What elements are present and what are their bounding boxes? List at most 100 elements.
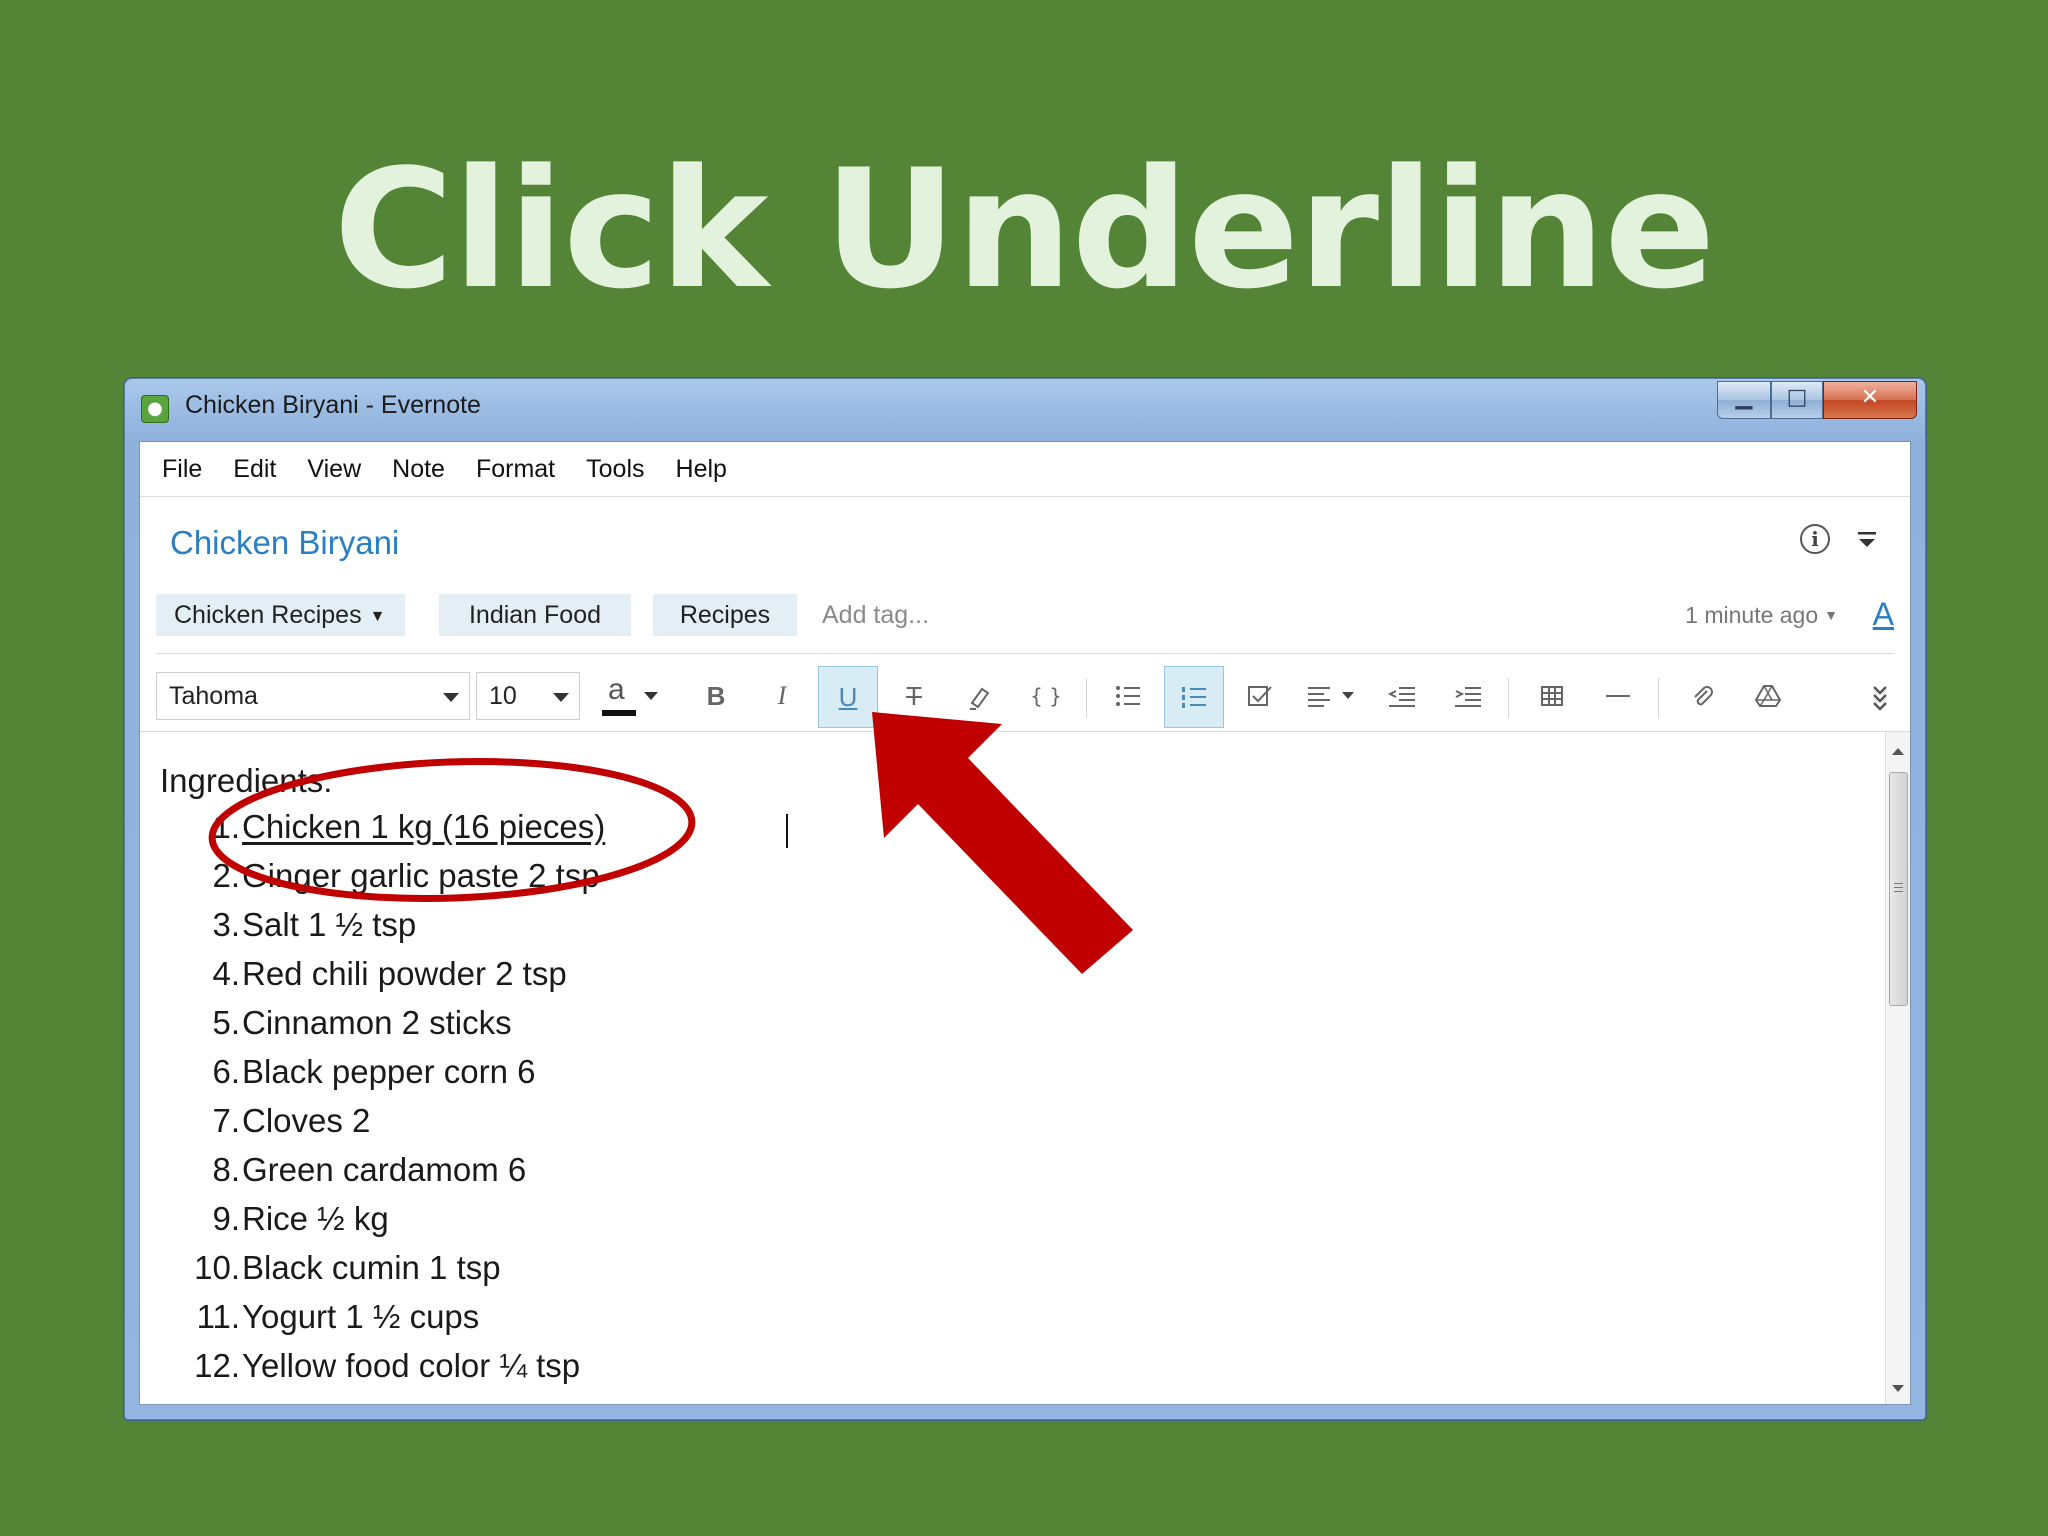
chevron-down-icon	[553, 693, 569, 702]
slide-title: Click Underline	[333, 134, 1715, 325]
list-item[interactable]: 6. Black pepper corn 6	[140, 1053, 1840, 1101]
notebook-name: Chicken Recipes	[174, 601, 362, 629]
list-item[interactable]: 9. Rice ½ kg	[140, 1200, 1840, 1248]
menu-help[interactable]: Help	[662, 455, 744, 484]
list-item-number: 5.	[212, 1004, 240, 1041]
numbered-list-button[interactable]	[1164, 666, 1224, 728]
toolbar-separator	[1086, 678, 1087, 718]
list-item-number: 7.	[212, 1102, 240, 1139]
list-item[interactable]: 3. Salt 1 ½ tsp	[140, 906, 1840, 954]
highlighter-icon	[970, 687, 990, 710]
evernote-elephant-icon: ●	[141, 395, 169, 423]
more-options-icon[interactable]	[1856, 530, 1878, 550]
list-item-text: Chicken 1 kg (16 pieces)	[242, 808, 606, 845]
text-color-swatch	[602, 710, 636, 716]
menu-note[interactable]: Note	[378, 455, 462, 484]
google-drive-button[interactable]	[1738, 666, 1798, 728]
formatting-toolbar: Tahoma 10 a B I U T { }	[156, 664, 1894, 730]
underline-button[interactable]: U	[818, 666, 878, 728]
menu-file[interactable]: File	[148, 455, 219, 484]
list-item-text: Ginger garlic paste 2 tsp	[242, 857, 600, 894]
list-item-text: Black cumin 1 tsp	[242, 1249, 501, 1286]
tag-indian-food[interactable]: Indian Food	[439, 594, 631, 636]
list-item-number: 6.	[212, 1053, 240, 1090]
bulleted-list-icon	[1116, 686, 1140, 706]
menu-format[interactable]: Format	[462, 455, 572, 484]
title-bar[interactable]: ● Chicken Biryani - Evernote ▁ □ ✕	[125, 379, 1925, 439]
indent-button[interactable]	[1438, 666, 1498, 728]
list-item-text: Yellow food color ¼ tsp	[242, 1347, 581, 1384]
list-item-number: 11.	[196, 1298, 240, 1335]
toolbar-separator	[1508, 678, 1509, 718]
highlighter-button[interactable]	[950, 666, 1010, 728]
font-size-select[interactable]: 10	[476, 672, 580, 720]
list-item-number: 2.	[212, 857, 240, 894]
list-item[interactable]: 5. Cinnamon 2 sticks	[140, 1004, 1840, 1052]
list-item[interactable]: 11. Yogurt 1 ½ cups	[140, 1298, 1840, 1346]
text-color-button[interactable]: a	[596, 666, 662, 728]
add-tag-input[interactable]: Add tag...	[822, 594, 929, 636]
list-item[interactable]: 8. Green cardamom 6	[140, 1151, 1840, 1199]
attach-file-button[interactable]	[1672, 666, 1732, 728]
note-meta-row: Chicken Recipes ▼ Indian Food Recipes Add…	[156, 594, 1894, 638]
align-left-icon	[1308, 687, 1354, 707]
menu-tools[interactable]: Tools	[572, 455, 661, 484]
table-button[interactable]	[1522, 666, 1582, 728]
outdent-button[interactable]	[1372, 666, 1432, 728]
list-item-text: Cinnamon 2 sticks	[242, 1004, 512, 1041]
note-editor[interactable]: Ingredients: 1. Chicken 1 kg (16 pieces) 2…	[140, 732, 1886, 1404]
paperclip-icon	[1694, 686, 1713, 706]
scroll-down-arrow-icon[interactable]	[1892, 1385, 1904, 1392]
close-button[interactable]: ✕	[1823, 381, 1917, 419]
bulleted-list-button[interactable]	[1098, 666, 1158, 728]
align-button[interactable]	[1296, 666, 1368, 728]
indent-icon	[1455, 687, 1481, 707]
scroll-thumb[interactable]	[1889, 772, 1908, 1006]
vertical-scrollbar[interactable]	[1885, 732, 1910, 1404]
list-item-text: Yogurt 1 ½ cups	[242, 1298, 480, 1335]
list-item[interactable]: 7. Cloves 2	[140, 1102, 1840, 1150]
font-family-select[interactable]: Tahoma	[156, 672, 470, 720]
font-size-value: 10	[489, 682, 517, 710]
ingredients-heading: Ingredients:	[160, 762, 333, 799]
list-item-number: 4.	[212, 955, 240, 992]
window-controls: ▁ □ ✕	[1717, 381, 1917, 419]
list-item[interactable]: 2. Ginger garlic paste 2 tsp	[140, 857, 1840, 905]
more-tools-button[interactable]	[1860, 666, 1900, 728]
list-item-text: Cloves 2	[242, 1102, 371, 1139]
italic-button[interactable]: I	[752, 666, 812, 728]
horizontal-rule-icon	[1606, 695, 1630, 697]
scroll-up-arrow-icon[interactable]	[1892, 748, 1904, 755]
list-item-text: Red chili powder 2 tsp	[242, 955, 567, 992]
list-item-number: 3.	[212, 906, 240, 943]
list-item[interactable]: 10. Black cumin 1 tsp	[140, 1249, 1840, 1297]
list-item[interactable]: 1. Chicken 1 kg (16 pieces)	[140, 808, 1840, 856]
menu-edit[interactable]: Edit	[219, 455, 293, 484]
code-block-button[interactable]: { }	[1016, 666, 1076, 728]
list-item[interactable]: 12. Yellow food color ¼ tsp	[140, 1347, 1840, 1395]
horizontal-rule-button[interactable]	[1588, 666, 1648, 728]
font-a-icon[interactable]: A	[1873, 594, 1894, 634]
font-family-value: Tahoma	[169, 682, 258, 710]
last-updated[interactable]: 1 minute ago ▼	[1685, 594, 1838, 636]
note-title[interactable]: Chicken Biryani	[170, 524, 399, 562]
list-item[interactable]: 4. Red chili powder 2 tsp	[140, 955, 1840, 1003]
double-chevron-down-icon	[1873, 686, 1887, 711]
strikethrough-button[interactable]: T	[884, 666, 944, 728]
menu-view[interactable]: View	[293, 455, 378, 484]
toolbar-separator	[1658, 678, 1659, 718]
checkbox-button[interactable]	[1230, 666, 1290, 728]
text-cursor	[786, 814, 788, 848]
minimize-button[interactable]: ▁	[1717, 381, 1771, 419]
list-item-text: Rice ½ kg	[242, 1200, 389, 1237]
window-title: Chicken Biryani - Evernote	[185, 391, 481, 419]
list-item-number: 9.	[212, 1200, 240, 1237]
tag-recipes[interactable]: Recipes	[653, 594, 797, 636]
chevron-down-icon	[644, 692, 658, 700]
notebook-selector[interactable]: Chicken Recipes ▼	[156, 594, 406, 636]
maximize-button[interactable]: □	[1771, 381, 1823, 419]
info-icon[interactable]: i	[1800, 524, 1830, 554]
google-drive-icon	[1754, 685, 1782, 707]
table-icon	[1541, 686, 1563, 706]
bold-button[interactable]: B	[686, 666, 746, 728]
